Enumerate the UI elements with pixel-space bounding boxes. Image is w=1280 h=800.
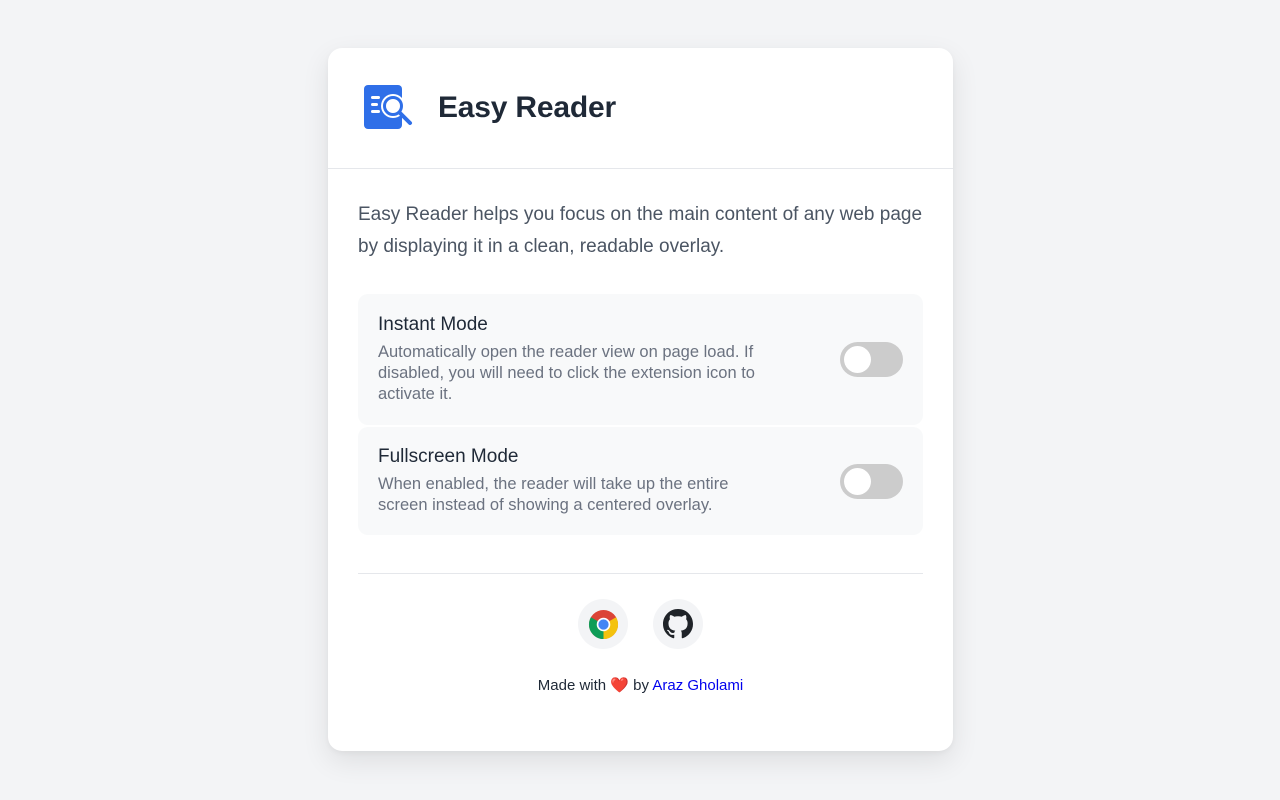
instant-mode-toggle[interactable]	[840, 342, 903, 377]
settings-list: Instant Mode Automatically open the read…	[358, 294, 923, 535]
setting-title: Instant Mode	[378, 314, 488, 335]
made-with-text: Made with	[537, 677, 607, 694]
footer-links	[328, 599, 953, 649]
app-title: Easy Reader	[438, 91, 616, 124]
github-link[interactable]	[653, 599, 703, 649]
github-icon	[663, 609, 693, 639]
credit-line: Made with ❤️ by Araz Gholami	[328, 676, 953, 694]
by-text: by	[633, 677, 650, 694]
setting-text: Fullscreen Mode When enabled, the reader…	[378, 446, 758, 516]
header: Easy Reader	[328, 48, 953, 169]
popup-card: Easy Reader Easy Reader helps you focus …	[328, 48, 953, 751]
chrome-icon	[588, 609, 618, 639]
setting-text: Instant Mode Automatically open the read…	[378, 314, 758, 405]
description: Easy Reader helps you focus on the main …	[358, 204, 923, 257]
author-link[interactable]: Araz Gholami	[652, 677, 743, 694]
setting-title: Fullscreen Mode	[378, 446, 519, 467]
setting-description: When enabled, the reader will take up th…	[378, 475, 729, 514]
toggle-knob	[844, 467, 871, 495]
fullscreen-mode-toggle[interactable]	[840, 463, 903, 499]
setting-fullscreen-mode: Fullscreen Mode When enabled, the reader…	[358, 427, 923, 535]
footer-divider	[358, 573, 923, 574]
heart-icon: ❤️	[610, 677, 629, 694]
setting-description: Automatically open the reader view on pa…	[378, 343, 755, 403]
chrome-store-link[interactable]	[578, 599, 628, 649]
content: Easy Reader helps you focus on the main …	[328, 169, 953, 535]
reader-search-icon	[364, 85, 412, 129]
setting-instant-mode: Instant Mode Automatically open the read…	[358, 294, 923, 425]
toggle-knob	[844, 346, 871, 373]
